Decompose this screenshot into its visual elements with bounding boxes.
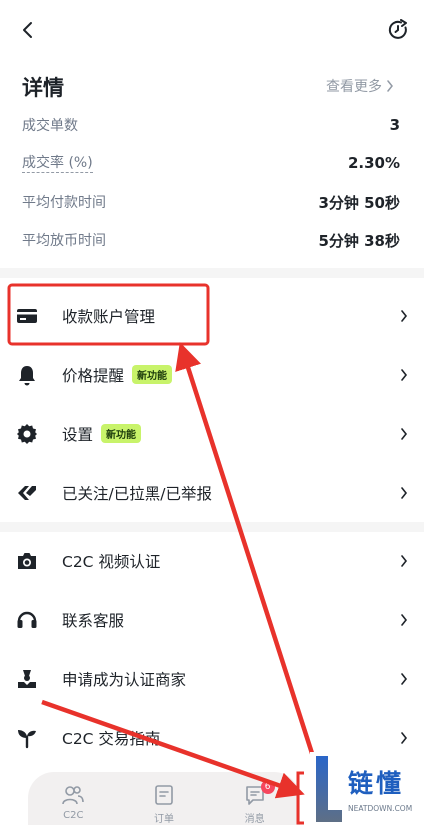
arrow-line (41, 699, 305, 799)
watermark-brand: 链懂 (348, 769, 405, 798)
watermark-logo: 链懂 NEATDOWN.COM (310, 752, 424, 825)
watermark-domain: NEATDOWN.COM (348, 804, 413, 813)
arrow-line (175, 342, 321, 773)
highlight-box-tab (296, 771, 304, 825)
highlight-box (7, 283, 210, 346)
annotation-overlay (7, 283, 321, 825)
